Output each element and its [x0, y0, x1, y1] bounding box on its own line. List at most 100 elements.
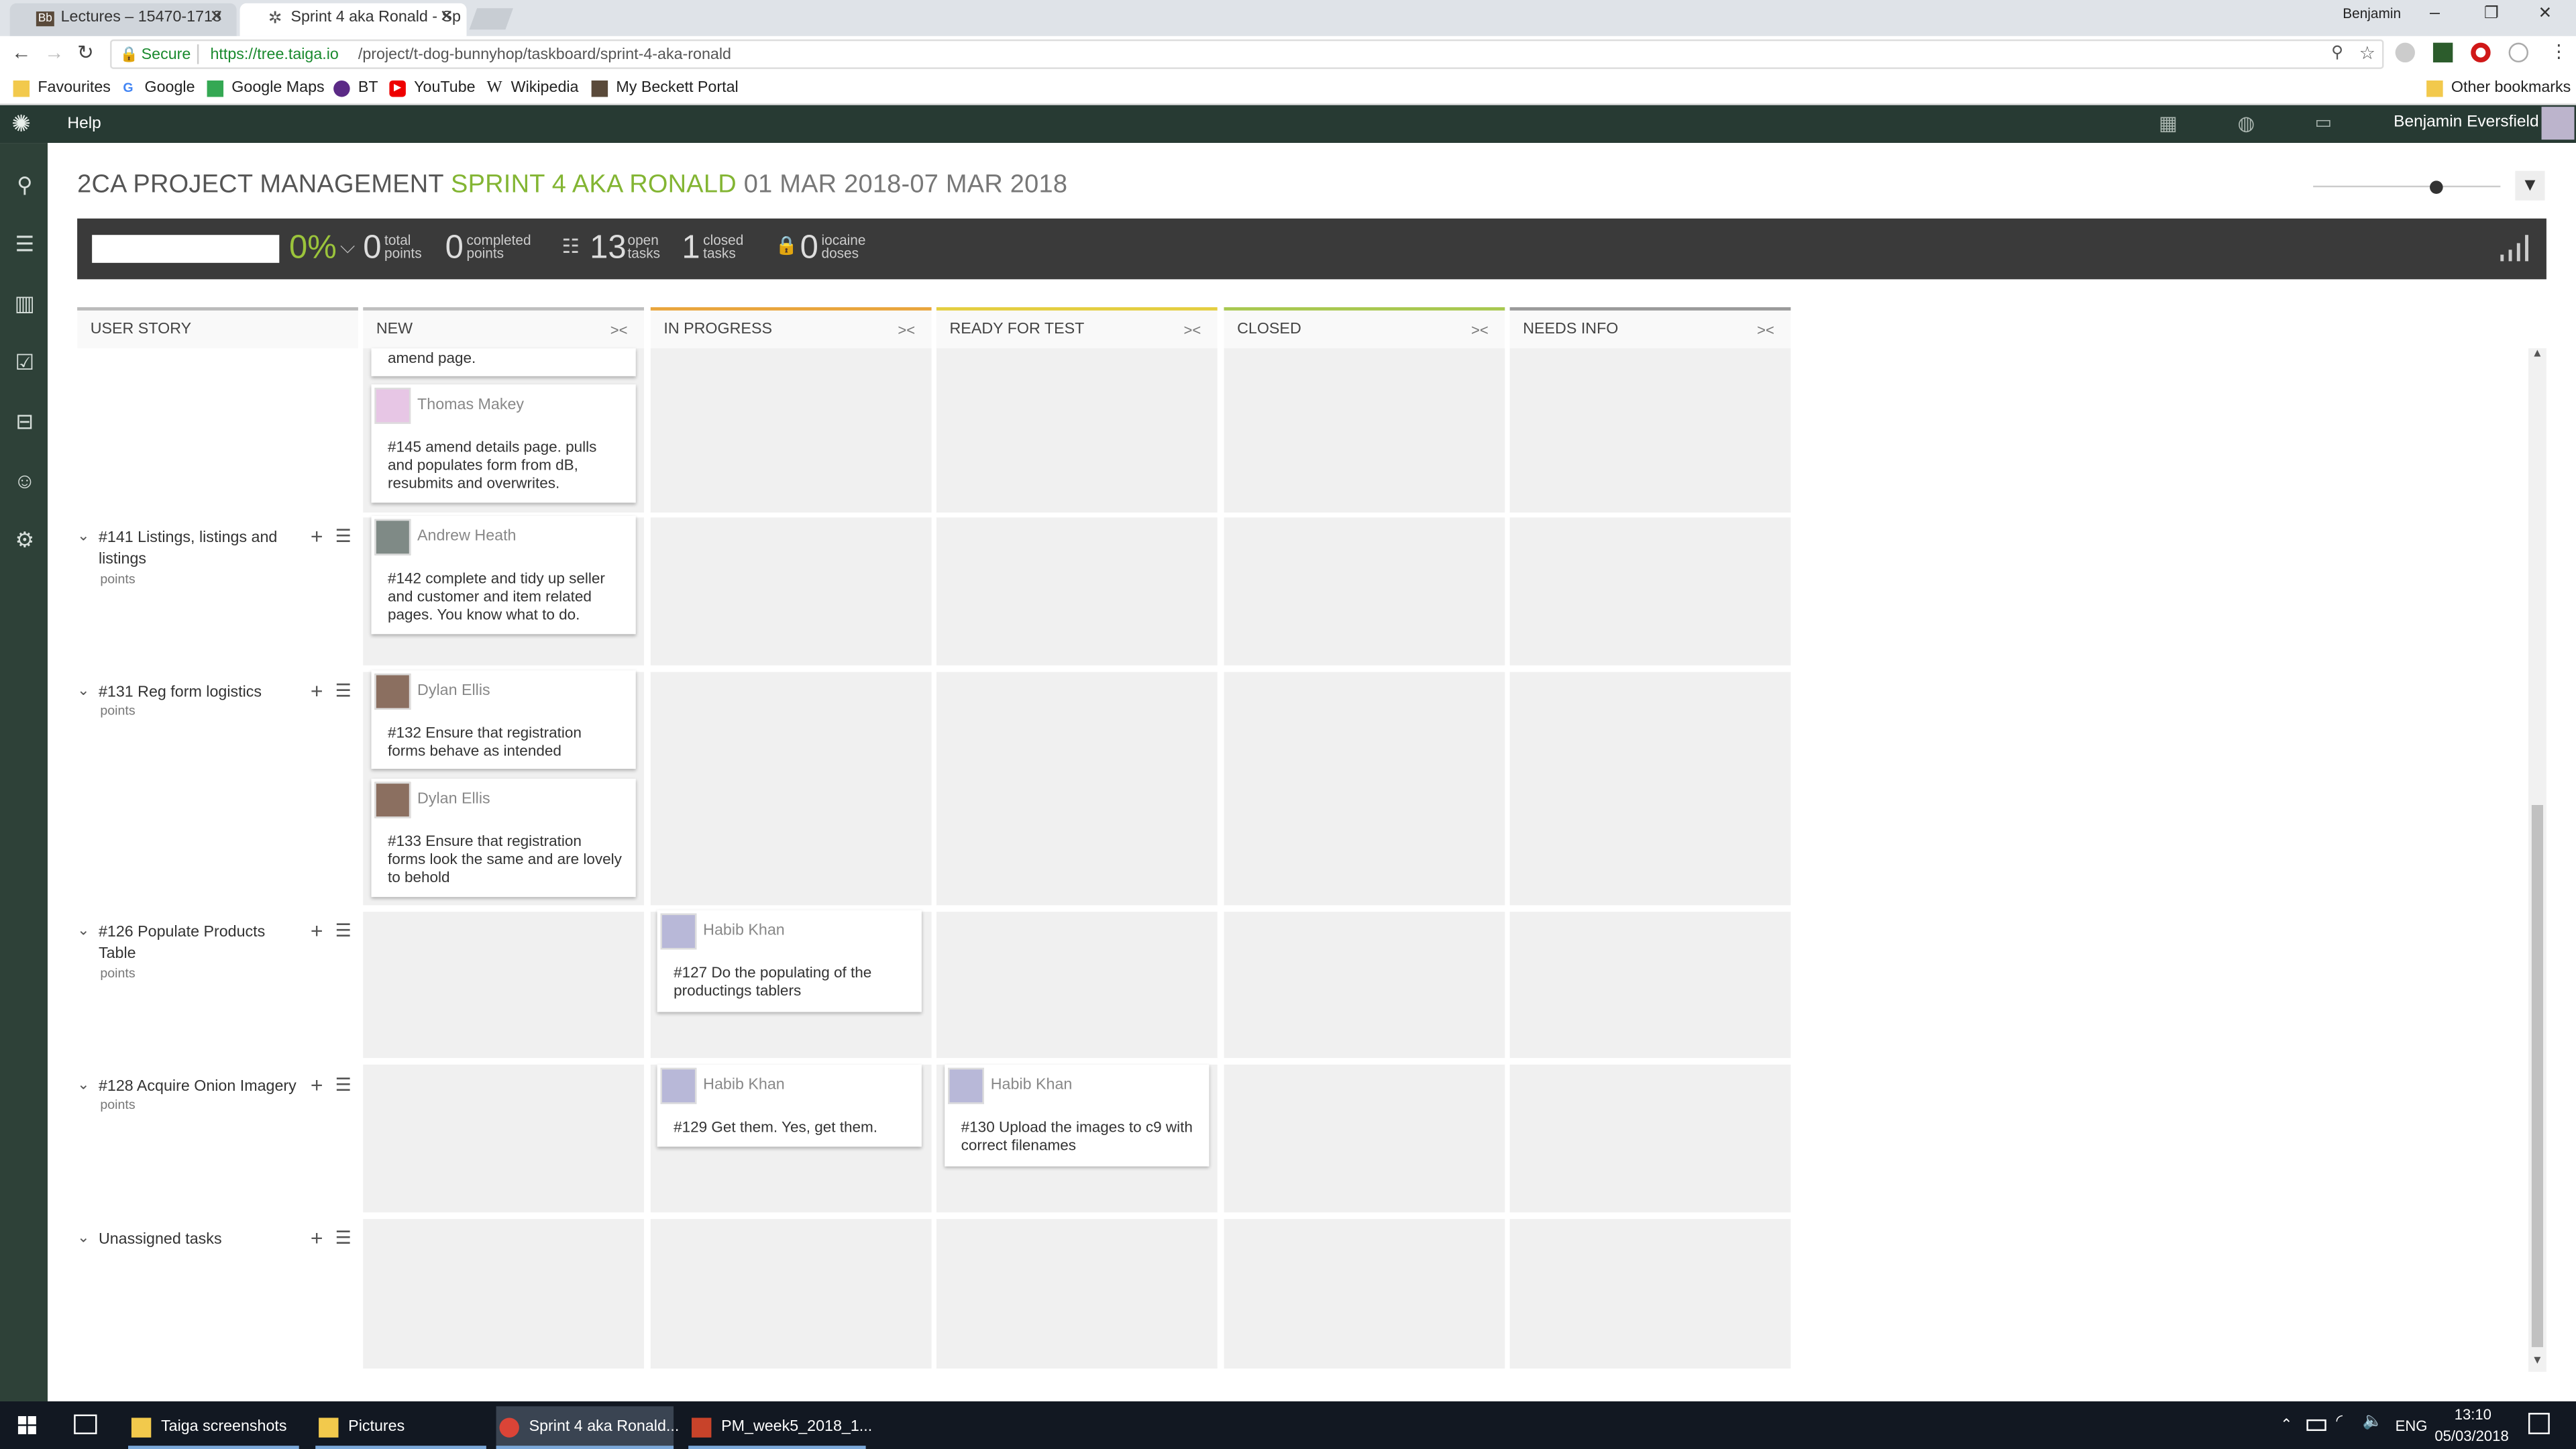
zoom-slider[interactable]: [2313, 185, 2501, 188]
board-cell[interactable]: [1224, 348, 1505, 513]
fold-column-icon[interactable]: ><: [1757, 311, 1774, 350]
zoom-icon[interactable]: ⚲: [2331, 44, 2343, 62]
projects-grid-icon[interactable]: ▦: [2159, 112, 2178, 135]
bulk-add-icon[interactable]: ☰: [335, 526, 352, 547]
windows-start-icon[interactable]: [17, 1416, 38, 1436]
bulk-add-icon[interactable]: ☰: [335, 1075, 352, 1095]
burndown-chart-icon[interactable]: [2500, 233, 2533, 262]
scroll-up-icon[interactable]: ▲: [2532, 348, 2543, 360]
collapse-chevron-icon[interactable]: ⌄: [77, 1076, 89, 1094]
taiga-logo-icon[interactable]: ✺: [11, 110, 31, 138]
board-cell[interactable]: [363, 1064, 645, 1213]
user-avatar[interactable]: [2541, 107, 2575, 140]
task-card-127[interactable]: Habib Khan #127 Do the populating of the…: [657, 910, 922, 1012]
project-name[interactable]: 2CA PROJECT MANAGEMENT: [77, 171, 443, 199]
bookmark-youtube[interactable]: ▶ YouTube: [389, 79, 476, 99]
collapse-chevron-icon[interactable]: ⌄: [77, 1229, 89, 1247]
board-cell[interactable]: [650, 517, 932, 665]
task-card-142[interactable]: Andrew Heath #142 complete and tidy up s…: [371, 515, 636, 635]
board-cell[interactable]: [1509, 1064, 1791, 1213]
bookmark-wikipedia[interactable]: W Wikipedia: [486, 79, 579, 99]
taskbar-item-powerpoint[interactable]: PM_week5_2018_1...: [688, 1406, 872, 1449]
board-cell[interactable]: [650, 1219, 932, 1369]
chevron-down-icon[interactable]: ⌵: [340, 235, 355, 260]
board-cell[interactable]: [1224, 912, 1505, 1059]
issues-icon[interactable]: ☑: [11, 350, 38, 376]
clock-date[interactable]: 05/03/2018: [2434, 1428, 2508, 1444]
close-tab-icon[interactable]: ✕: [439, 3, 453, 33]
add-task-icon[interactable]: +: [311, 1073, 323, 1097]
filter-icon[interactable]: ▼: [2515, 170, 2545, 201]
tab-sprint[interactable]: ✲ Sprint 4 aka Ronald - Sp ✕: [239, 3, 467, 36]
fold-column-icon[interactable]: ><: [1183, 311, 1201, 350]
extension-icon[interactable]: [2395, 42, 2416, 63]
zoom-slider-handle[interactable]: [2430, 180, 2443, 194]
user-name[interactable]: Benjamin Eversfield: [2394, 113, 2538, 131]
close-tab-icon[interactable]: ✕: [210, 3, 224, 33]
notifications-icon[interactable]: ▭: [2315, 112, 2332, 133]
board-cell[interactable]: [936, 517, 1218, 665]
taskbar-item-pictures[interactable]: Pictures: [315, 1406, 486, 1449]
taskbar-item-chrome[interactable]: Sprint 4 aka Ronald...: [496, 1406, 679, 1449]
bookmark-google[interactable]: G Google: [120, 79, 195, 99]
task-card-133[interactable]: Dylan Ellis #133 Ensure that registratio…: [371, 778, 636, 898]
collapse-chevron-icon[interactable]: ⌄: [77, 922, 89, 940]
task-card-132[interactable]: Dylan Ellis #132 Ensure that registratio…: [371, 670, 636, 769]
board-cell[interactable]: [936, 912, 1218, 1059]
user-story-title[interactable]: #131 Reg form logistics: [99, 682, 292, 703]
bookmark-google-maps[interactable]: Google Maps: [207, 79, 325, 99]
add-task-icon[interactable]: +: [311, 678, 323, 703]
help-link[interactable]: Help: [67, 115, 101, 133]
extension-icon[interactable]: [2432, 42, 2453, 63]
board-cell[interactable]: [1224, 1064, 1505, 1213]
action-center-icon[interactable]: [2528, 1413, 2550, 1434]
omnibox[interactable]: 🔒 Secure https://tree.taiga.io /project/…: [110, 39, 2384, 69]
volume-icon[interactable]: 🔈: [2363, 1413, 2383, 1431]
board-cell[interactable]: [936, 672, 1218, 906]
task-card-129[interactable]: Habib Khan #129 Get them. Yes, get them.: [657, 1064, 922, 1147]
board-cell[interactable]: [650, 672, 932, 906]
tray-chevron-icon[interactable]: ⌃: [2280, 1416, 2292, 1434]
task-view-icon[interactable]: [74, 1414, 97, 1434]
fold-column-icon[interactable]: ><: [898, 311, 915, 350]
extension-icon[interactable]: [2508, 42, 2528, 63]
task-card-partial[interactable]: amend page.: [371, 348, 636, 376]
board-cell[interactable]: [363, 1219, 645, 1369]
taskbar-item-taiga-screenshots[interactable]: Taiga screenshots: [128, 1406, 299, 1449]
team-icon[interactable]: ☺: [11, 468, 38, 494]
search-icon[interactable]: ⚲: [11, 172, 38, 199]
new-tab-button[interactable]: [469, 8, 513, 30]
minimize-icon[interactable]: –: [2430, 3, 2440, 23]
battery-icon[interactable]: [2306, 1419, 2326, 1432]
task-card-130[interactable]: Habib Khan #130 Upload the images to c9 …: [945, 1064, 1210, 1167]
bookmark-star-icon[interactable]: ☆: [2359, 43, 2375, 64]
board-cell[interactable]: [1224, 1219, 1505, 1369]
language-indicator[interactable]: ENG: [2396, 1417, 2428, 1434]
clock-time[interactable]: 13:10: [2455, 1406, 2491, 1422]
wiki-icon[interactable]: ⊟: [11, 409, 38, 435]
bookmark-beckett[interactable]: My Beckett Portal: [591, 79, 739, 99]
discover-icon[interactable]: ◍: [2238, 112, 2255, 135]
add-task-icon[interactable]: +: [311, 1226, 323, 1250]
task-card-145[interactable]: Thomas Makey #145 amend details page. pu…: [371, 384, 636, 503]
bookmark-bt[interactable]: BT: [333, 79, 378, 99]
settings-icon[interactable]: ⚙: [11, 527, 38, 553]
bulk-add-icon[interactable]: ☰: [335, 680, 352, 701]
board-cell[interactable]: [1509, 912, 1791, 1059]
wifi-icon[interactable]: ◜: [2336, 1413, 2342, 1431]
board-cell[interactable]: [1224, 672, 1505, 906]
restore-icon[interactable]: ❐: [2484, 5, 2499, 23]
collapse-chevron-icon[interactable]: ⌄: [77, 682, 89, 700]
opera-extension-icon[interactable]: [2471, 42, 2491, 63]
user-story-title[interactable]: #128 Acquire Onion Imagery: [99, 1076, 309, 1097]
fold-column-icon[interactable]: ><: [1471, 311, 1489, 350]
board-cell[interactable]: [1509, 1219, 1791, 1369]
other-bookmarks[interactable]: Other bookmarks: [2426, 79, 2571, 99]
board-cell[interactable]: [1224, 517, 1505, 665]
user-story-title[interactable]: #126 Populate Products Table: [99, 922, 292, 965]
board-cell[interactable]: [363, 912, 645, 1059]
close-window-icon[interactable]: ✕: [2538, 5, 2553, 23]
bookmark-favourites[interactable]: Favourites: [13, 79, 111, 99]
back-icon[interactable]: ←: [11, 41, 31, 64]
user-story-title[interactable]: #141 Listings, listings and listings: [99, 527, 292, 570]
